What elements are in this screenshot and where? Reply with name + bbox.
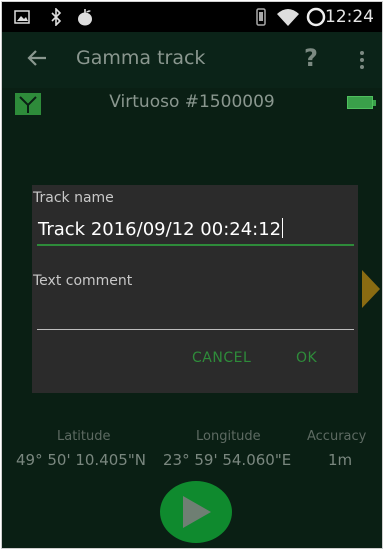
overflow-menu-icon[interactable] [359,50,365,74]
text-comment-label: Text comment [33,273,133,289]
track-name-underline [37,244,354,246]
app-window: 12:24 Gamma track ? Virtuoso #1500009 Tr… [1,1,383,549]
longitude-value: 23° 59' 54.060"E [163,451,292,469]
text-comment-underline [37,329,354,330]
status-time: 12:24 [325,7,374,27]
track-name-dialog: Track name Track 2016/09/12 00:24:12 Tex… [32,185,358,393]
status-bar: 12:24 [2,2,382,32]
device-row: Virtuoso #1500009 [2,88,382,118]
battery-ring-icon [306,7,326,31]
page-title: Gamma track [76,47,206,69]
text-comment-value [37,300,38,321]
help-button[interactable]: ? [304,44,318,72]
bluetooth-icon [50,7,62,30]
text-comment-input[interactable] [37,300,354,330]
cancel-button[interactable]: CANCEL [192,350,251,366]
wifi-icon [276,7,300,31]
text-cursor [282,218,284,238]
track-name-input[interactable]: Track 2016/09/12 00:24:12 [37,218,354,246]
image-icon [14,9,30,28]
battery-icon [347,96,376,109]
track-name-label: Track name [33,190,114,206]
latitude-label: Latitude [57,429,111,444]
accuracy-label: Accuracy [307,429,367,444]
latitude-value: 49° 50' 10.405"N [16,451,146,469]
app-bar: Gamma track ? [2,32,382,88]
play-button[interactable] [160,481,232,543]
ok-button[interactable]: OK [296,350,317,366]
vibrate-icon [254,8,268,30]
next-arrow-icon[interactable] [362,270,380,308]
apple-icon [77,8,93,30]
track-name-value: Track 2016/09/12 00:24:12 [38,219,282,240]
accuracy-value: 1m [328,451,353,469]
device-name: Virtuoso #1500009 [109,92,275,112]
back-arrow-icon[interactable] [26,48,48,72]
longitude-label: Longitude [196,429,261,444]
